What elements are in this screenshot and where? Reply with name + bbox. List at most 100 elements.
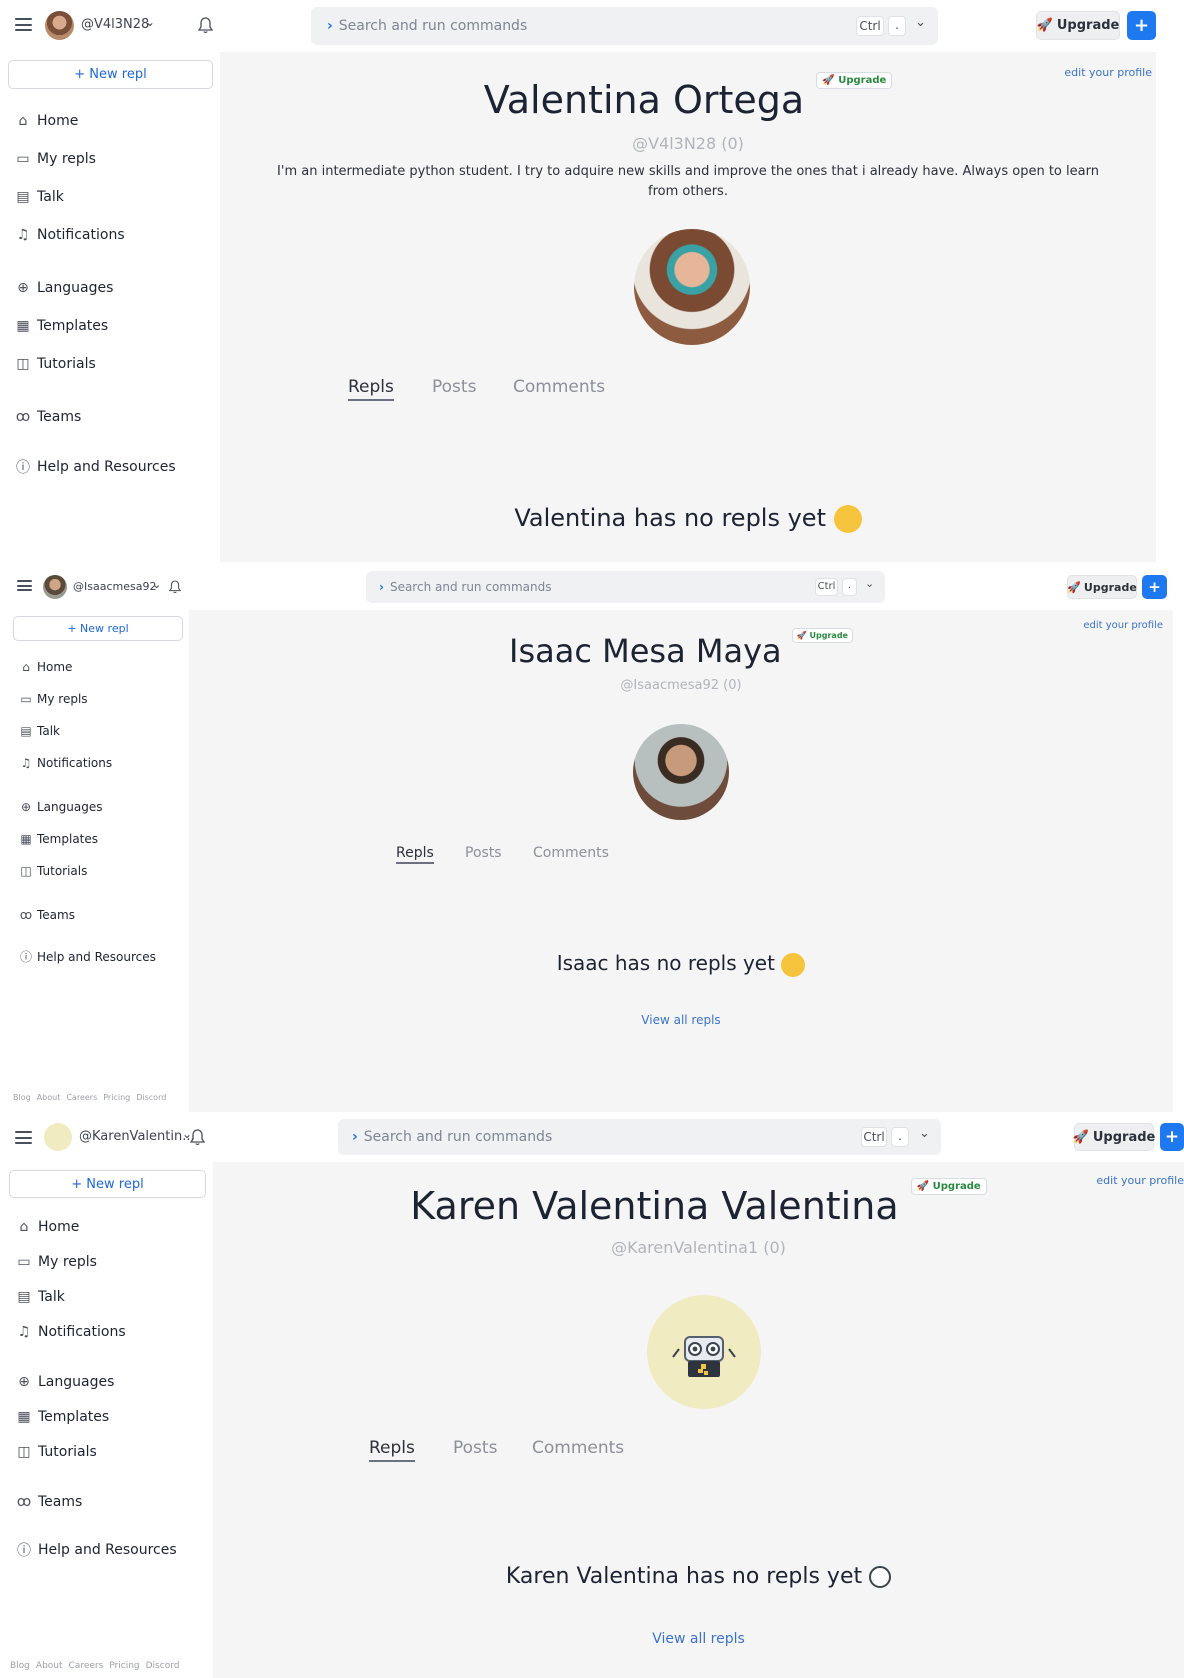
sidebar-item-tutorials[interactable]: ◫ Tutorials (16, 1444, 96, 1460)
chevron-down-icon[interactable]: ⌄ (145, 15, 155, 29)
avatar[interactable] (45, 11, 74, 40)
profile-panel-isaac: @Isaacmesa92 ⌄ › Search and run commands… (0, 562, 1184, 1112)
info-icon: ⓘ (17, 1543, 31, 1559)
search-input[interactable]: › Search and run commands Ctrl . ⌄ (311, 7, 938, 45)
menu-icon[interactable] (15, 1131, 32, 1144)
sidebar-item-languages[interactable]: ⊕ Languages (15, 280, 113, 296)
bell-icon[interactable] (198, 17, 213, 34)
new-repl-button[interactable]: + New repl (9, 1170, 206, 1198)
profile-bio: I'm an intermediate python student. I tr… (277, 164, 1099, 199)
footer-links: Blog About Careers Pricing Discord (13, 1093, 172, 1102)
upgrade-button[interactable]: 🚀 Upgrade (1036, 11, 1120, 40)
create-button[interactable]: + (1142, 575, 1167, 599)
avatar[interactable] (44, 1123, 72, 1151)
footer-link-careers[interactable]: Careers (66, 1093, 97, 1102)
tab-repls[interactable]: Repls (348, 377, 394, 401)
footer-link-blog[interactable]: Blog (10, 1661, 30, 1671)
sidebar-item-help[interactable]: ⓘ Help and Resources (15, 457, 176, 477)
sidebar-item-my-repls[interactable]: ▭ My repls (15, 151, 96, 167)
create-button[interactable]: + (1160, 1123, 1184, 1151)
sidebar-item-notifications[interactable]: ♫ Notifications (15, 227, 125, 243)
profile-name: Karen Valentina Valentina 🚀 Upgrade (213, 1178, 1184, 1228)
sidebar-item-home[interactable]: ⌂ Home (15, 113, 79, 129)
sidebar-item-my-repls[interactable]: ▭ My repls (19, 692, 87, 706)
bell-icon[interactable] (190, 1129, 205, 1146)
sidebar-item-languages[interactable]: ⊕ Languages (19, 800, 103, 814)
folder-icon: ▭ (16, 151, 30, 167)
rocket-icon: 🚀 (1067, 580, 1081, 594)
sidebar-item-templates[interactable]: ▦ Templates (15, 318, 108, 334)
sidebar-item-notifications[interactable]: ♫ Notifications (16, 1324, 126, 1340)
tab-comments[interactable]: Comments (533, 845, 609, 861)
upgrade-button[interactable]: 🚀 Upgrade (1067, 575, 1137, 599)
sidebar-item-tutorials[interactable]: ◫ Tutorials (15, 356, 95, 372)
sidebar-item-notifications[interactable]: ♫ Notifications (19, 756, 113, 770)
footer-link-pricing[interactable]: Pricing (109, 1661, 139, 1671)
footer-link-about[interactable]: About (36, 1661, 63, 1671)
sidebar-item-my-repls[interactable]: ▭ My repls (16, 1254, 97, 1270)
folder-icon: ▭ (17, 1254, 31, 1270)
chevron-down-icon[interactable]: ⌄ (152, 578, 161, 591)
globe-icon: ⊕ (18, 1374, 30, 1390)
tab-repls[interactable]: Repls (396, 845, 434, 864)
sidebar-item-help[interactable]: ⓘ Help and Resources (19, 948, 156, 965)
view-all-repls-link[interactable]: View all repls (189, 1013, 1173, 1027)
sidebar-item-teams[interactable]: ꝏ Teams (19, 908, 75, 922)
tab-repls[interactable]: Repls (369, 1438, 415, 1462)
profile-main: edit your profile Valentina Ortega 🚀 Upg… (220, 52, 1156, 562)
footer-link-discord[interactable]: Discord (136, 1093, 166, 1102)
sidebar-item-teams[interactable]: ꝏ Teams (16, 1494, 82, 1510)
globe-icon: ⊕ (20, 800, 32, 814)
create-button[interactable]: + (1127, 11, 1156, 40)
sidebar-item-languages[interactable]: ⊕ Languages (16, 1374, 114, 1390)
tab-posts[interactable]: Posts (453, 1438, 497, 1458)
upgrade-button[interactable]: 🚀 Upgrade (1073, 1123, 1155, 1151)
upgrade-badge[interactable]: 🚀 Upgrade (910, 1178, 987, 1195)
bell-icon[interactable] (169, 580, 181, 594)
footer-link-blog[interactable]: Blog (13, 1093, 31, 1102)
menu-icon[interactable] (17, 580, 32, 591)
sidebar-item-help[interactable]: ⓘ Help and Resources (16, 1540, 177, 1560)
footer-link-careers[interactable]: Careers (69, 1661, 104, 1671)
account-username[interactable]: @KarenValentin... (79, 1129, 195, 1144)
upgrade-badge[interactable]: 🚀 Upgrade (816, 72, 893, 89)
account-username[interactable]: @Isaacmesa92 (73, 580, 156, 593)
edit-profile-link[interactable]: edit your profile (1083, 620, 1163, 631)
tab-posts[interactable]: Posts (432, 377, 476, 397)
avatar[interactable] (43, 575, 67, 599)
new-repl-button[interactable]: + New repl (13, 616, 183, 641)
account-username[interactable]: @V4l3N28 (81, 17, 149, 32)
sidebar-item-talk[interactable]: ▤ Talk (19, 724, 60, 738)
sidebar-item-home[interactable]: ⌂ Home (16, 1219, 80, 1235)
book-icon: ◫ (17, 1444, 31, 1460)
footer-link-pricing[interactable]: Pricing (103, 1093, 130, 1102)
sidebar-item-talk[interactable]: ▤ Talk (16, 1289, 64, 1305)
chevron-down-icon[interactable]: ⌄ (865, 577, 874, 590)
search-placeholder: Search and run commands (389, 580, 552, 594)
chevron-down-icon[interactable]: ⌄ (919, 1126, 930, 1141)
empty-state-message: Isaac has no repls yet (189, 951, 1173, 977)
search-placeholder: Search and run commands (338, 18, 528, 34)
menu-icon[interactable] (15, 18, 32, 31)
sidebar-item-teams[interactable]: ꝏ Teams (15, 409, 81, 425)
sidebar-item-templates[interactable]: ▦ Templates (19, 832, 98, 846)
tab-posts[interactable]: Posts (465, 845, 502, 861)
sidebar-item-home[interactable]: ⌂ Home (19, 660, 72, 674)
search-input[interactable]: › Search and run commands Ctrl . ⌄ (366, 571, 885, 603)
upgrade-badge[interactable]: 🚀 Upgrade (791, 628, 853, 643)
new-repl-button[interactable]: + New repl (8, 60, 213, 89)
chevron-down-icon[interactable]: ⌄ (915, 15, 926, 30)
sad-face-icon (781, 952, 806, 977)
footer-link-about[interactable]: About (37, 1093, 61, 1102)
footer-link-discord[interactable]: Discord (146, 1661, 180, 1671)
view-all-repls-link[interactable]: View all repls (213, 1631, 1184, 1647)
profile-main: edit your profile Karen Valentina Valent… (213, 1162, 1184, 1678)
sidebar-item-tutorials[interactable]: ◫ Tutorials (19, 864, 87, 878)
kbd-ctrl: Ctrl (815, 578, 838, 596)
empty-state-message: Valentina has no repls yet (220, 504, 1156, 533)
sidebar-item-talk[interactable]: ▤ Talk (15, 189, 63, 205)
search-input[interactable]: › Search and run commands Ctrl . ⌄ (338, 1119, 941, 1155)
tab-comments[interactable]: Comments (513, 377, 605, 397)
sidebar-item-templates[interactable]: ▦ Templates (16, 1409, 109, 1425)
tab-comments[interactable]: Comments (532, 1438, 624, 1458)
